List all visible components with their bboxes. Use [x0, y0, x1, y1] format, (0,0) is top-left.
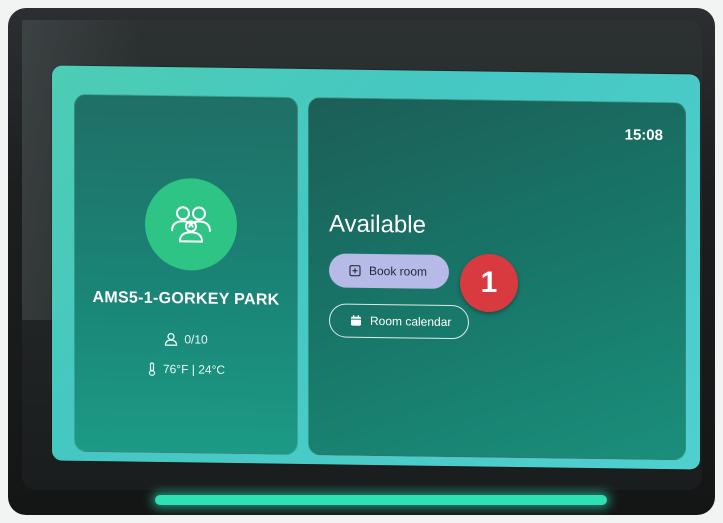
book-room-button[interactable]: Book room	[329, 253, 449, 290]
room-info-panel: AMS5-1-GORKEY PARK 0/10 76°F | 24°C	[74, 93, 298, 455]
status-led-bar	[155, 495, 607, 505]
book-room-label: Book room	[369, 263, 428, 279]
temperature-value: 76°F | 24°C	[162, 362, 226, 377]
occupancy-row: 0/10	[75, 331, 297, 348]
people-group-icon	[171, 206, 211, 243]
occupancy-value: 0/10	[184, 332, 208, 347]
room-panel-screen: AMS5-1-GORKEY PARK 0/10 76°F | 24°C 15:0…	[52, 65, 700, 470]
clock: 15:08	[624, 126, 663, 145]
room-avatar	[145, 177, 237, 272]
temperature-row: 76°F | 24°C	[75, 361, 297, 378]
room-calendar-button[interactable]: Room calendar	[329, 303, 469, 340]
photo-frame: AMS5-1-GORKEY PARK 0/10 76°F | 24°C 15:0…	[8, 8, 715, 515]
step-number-badge: 1	[460, 254, 518, 312]
availability-status: Available	[329, 210, 426, 239]
person-icon	[165, 332, 178, 346]
room-name: AMS5-1-GORKEY PARK	[92, 289, 280, 309]
calendar-plus-icon	[349, 265, 361, 277]
room-calendar-label: Room calendar	[370, 313, 452, 330]
thermometer-icon	[148, 362, 156, 376]
calendar-icon	[351, 315, 361, 326]
